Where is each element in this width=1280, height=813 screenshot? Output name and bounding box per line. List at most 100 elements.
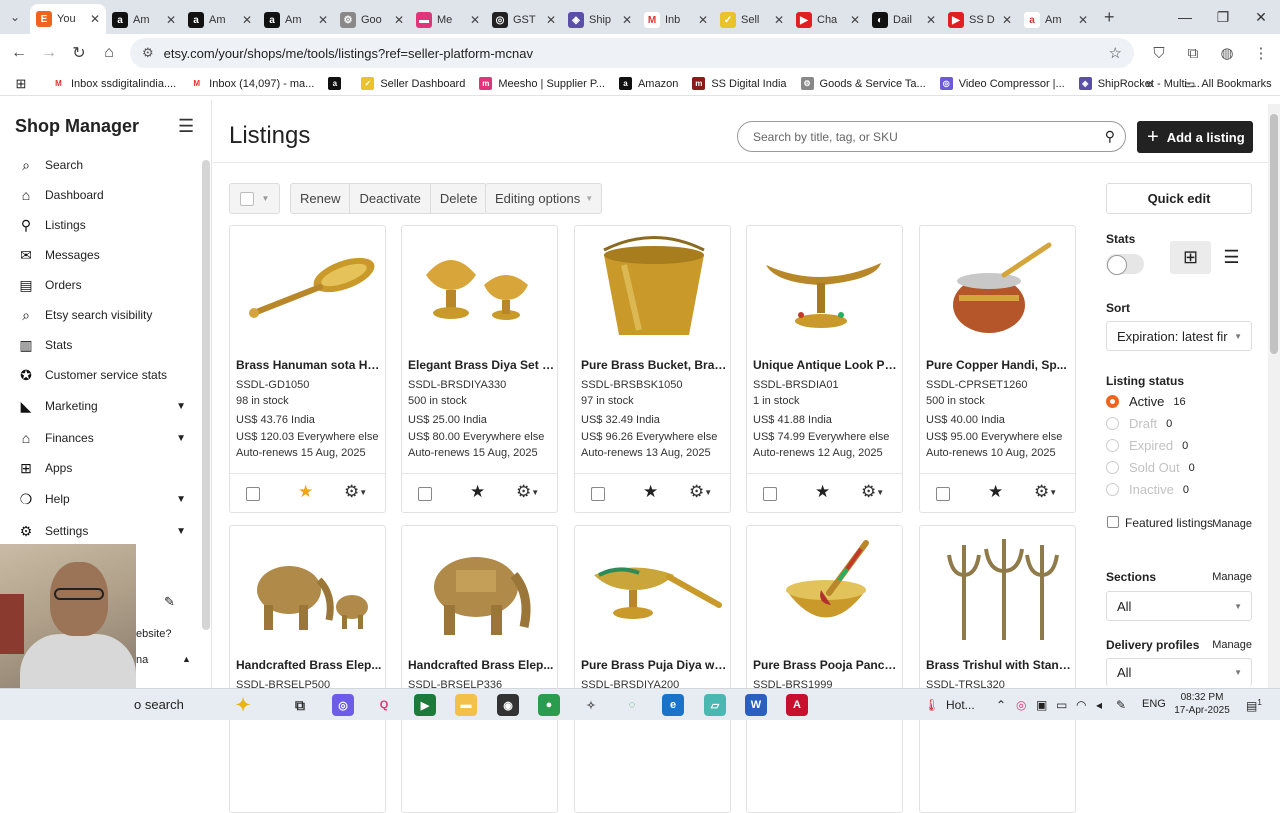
- shield-icon[interactable]: ⛉: [1148, 45, 1170, 62]
- maximize-icon[interactable]: ❐: [1204, 9, 1242, 26]
- radio-button[interactable]: [1106, 483, 1119, 496]
- browser-tab[interactable]: ◎ GST ✕: [486, 6, 562, 34]
- listing-title[interactable]: Elegant Brass Diya Set - ...: [408, 358, 556, 372]
- status-radio-sold-out[interactable]: Sold Out 0: [1106, 460, 1195, 475]
- browser-menu-icon[interactable]: ⋮: [1250, 44, 1272, 62]
- file-explorer-icon[interactable]: ▬: [455, 694, 477, 716]
- weather-text[interactable]: Hot...: [946, 698, 975, 712]
- status-radio-active[interactable]: Active 16: [1106, 394, 1186, 409]
- grid-view-icon[interactable]: ⊞: [1170, 241, 1211, 274]
- all-bookmarks-button[interactable]: ▭ All Bookmarks: [1184, 77, 1272, 91]
- listing-thumbnail[interactable]: [747, 526, 902, 654]
- volume-icon[interactable]: ◂: [1096, 698, 1102, 712]
- notepad-icon[interactable]: ▱: [704, 694, 726, 716]
- listing-gear-icon[interactable]: ⚙▼: [344, 482, 367, 502]
- listing-card[interactable]: Handcrafted Brass Elep... SSDL-BRSELP336: [401, 525, 558, 813]
- minimize-icon[interactable]: —: [1166, 9, 1204, 25]
- listing-gear-icon[interactable]: ⚙▼: [689, 482, 712, 502]
- listing-thumbnail[interactable]: [575, 226, 730, 354]
- bookmark-item[interactable]: m SS Digital India: [692, 77, 787, 90]
- bookmark-item[interactable]: ◈ ShipRocket - Multi-...: [1078, 77, 1200, 90]
- extensions-icon[interactable]: ⧉: [1182, 45, 1204, 62]
- tab-close-icon[interactable]: ✕: [318, 13, 328, 27]
- url-bar[interactable]: ⚙ etsy.com/your/shops/me/tools/listings?…: [130, 38, 1134, 68]
- sections-manage-link[interactable]: Manage: [1212, 571, 1252, 583]
- browser-tab[interactable]: M Inb ✕: [638, 6, 714, 34]
- listing-title[interactable]: Unique Antique Look Po...: [753, 358, 901, 372]
- listing-title[interactable]: Pure Brass Bucket, Bras...: [581, 358, 729, 372]
- stats-toggle[interactable]: [1106, 254, 1144, 275]
- listing-thumbnail[interactable]: [230, 226, 385, 354]
- status-radio-expired[interactable]: Expired 0: [1106, 438, 1188, 453]
- browser-tab[interactable]: a Am ✕: [182, 6, 258, 34]
- bookmark-item[interactable]: ✓ Seller Dashboard: [361, 77, 465, 90]
- chevron-down-icon[interactable]: ▼: [176, 494, 186, 505]
- select-all-dropdown[interactable]: ▼: [229, 183, 280, 214]
- listing-title[interactable]: Pure Brass Puja Diya wit...: [581, 658, 729, 672]
- renew-button[interactable]: Renew: [291, 184, 351, 213]
- copilot-icon[interactable]: ◎: [332, 694, 354, 716]
- listing-title[interactable]: Pure Copper Handi, Sp...: [926, 358, 1074, 372]
- radio-button[interactable]: [1106, 417, 1119, 430]
- quick-edit-button[interactable]: Quick edit: [1106, 183, 1252, 214]
- listing-title[interactable]: Handcrafted Brass Elep...: [408, 658, 556, 672]
- sidebar-item-etsy-search-visibility[interactable]: ⌕ Etsy search visibility: [16, 304, 186, 326]
- tab-close-icon[interactable]: ✕: [546, 13, 556, 27]
- bookmark-item[interactable]: a: [328, 77, 347, 90]
- feature-star-icon[interactable]: ★: [988, 482, 1003, 502]
- new-tab-button[interactable]: +: [1104, 7, 1115, 28]
- tab-close-icon[interactable]: ✕: [470, 13, 480, 27]
- copilot-sparkle-icon[interactable]: ✦: [232, 694, 254, 716]
- close-window-icon[interactable]: ✕: [1242, 9, 1280, 26]
- bookmark-item[interactable]: ⚙ Goods & Service Ta...: [800, 77, 926, 90]
- listing-card[interactable]: Pure Copper Handi, Sp... SSDL-CPRSET1260 5…: [919, 225, 1076, 513]
- list-view-icon[interactable]: ☰: [1211, 241, 1252, 274]
- bookmark-item[interactable]: ◎ Video Compressor |...: [939, 77, 1065, 90]
- delete-button[interactable]: Delete: [431, 184, 487, 213]
- listing-thumbnail[interactable]: [747, 226, 902, 354]
- tab-close-icon[interactable]: ✕: [394, 13, 404, 27]
- home-icon[interactable]: ⌂: [94, 44, 124, 62]
- browser-tab[interactable]: E You ✕: [30, 4, 106, 34]
- sidebar-item-help[interactable]: ❍ Help ▼: [16, 488, 186, 510]
- hamburger-icon[interactable]: ☰: [178, 116, 194, 137]
- sections-select[interactable]: All ▼: [1106, 591, 1252, 621]
- pencil-icon[interactable]: ✎: [164, 594, 175, 610]
- pdf-reader-icon[interactable]: A: [786, 694, 808, 716]
- listing-card[interactable]: Brass Trishul with Stand... SSDL-TRSL320: [919, 525, 1076, 813]
- search-icon[interactable]: ⚲: [1105, 128, 1115, 145]
- browser-tab[interactable]: ▶ Cha ✕: [790, 6, 866, 34]
- listing-thumbnail[interactable]: [920, 226, 1075, 354]
- deactivate-button[interactable]: Deactivate: [350, 184, 431, 213]
- chevron-down-icon[interactable]: ▼: [176, 401, 186, 412]
- browser-tab[interactable]: a Am ✕: [106, 6, 182, 34]
- page-scrollbar[interactable]: [1268, 104, 1280, 688]
- meesho-taskbar-icon[interactable]: Q: [373, 694, 395, 716]
- listing-title[interactable]: Handcrafted Brass Elep...: [236, 658, 384, 672]
- tab-close-icon[interactable]: ✕: [926, 13, 936, 27]
- browser-tab[interactable]: a Am ✕: [1018, 6, 1094, 34]
- editing-options-dropdown[interactable]: Editing options ▼: [485, 183, 603, 214]
- chevron-up-icon[interactable]: ▲: [182, 654, 191, 664]
- delivery-select[interactable]: All ▼: [1106, 658, 1252, 686]
- tab-close-icon[interactable]: ✕: [622, 13, 632, 27]
- tab-close-icon[interactable]: ✕: [1002, 13, 1012, 27]
- browser-tab[interactable]: ▬ Me ✕: [410, 6, 486, 34]
- sidebar-item-finances[interactable]: ⌂ Finances ▼: [16, 427, 186, 449]
- tray-device-icon[interactable]: ▣: [1036, 698, 1047, 712]
- tray-app-icon[interactable]: ◎: [1016, 698, 1026, 712]
- chevron-down-icon[interactable]: ▼: [262, 194, 270, 203]
- browser-tab[interactable]: ▶ SS D ✕: [942, 6, 1018, 34]
- battery-icon[interactable]: ▭: [1056, 698, 1067, 712]
- chevron-down-icon[interactable]: ▼: [176, 526, 186, 537]
- apps-grid-icon[interactable]: ⊞: [6, 76, 36, 92]
- sidebar-item-stats[interactable]: ▥ Stats: [16, 334, 186, 356]
- browser-tab[interactable]: ◈ Ship ✕: [562, 6, 638, 34]
- clock[interactable]: 08:32 PM 17-Apr-2025: [1172, 691, 1232, 717]
- chrome-taskbar-icon[interactable]: ●: [538, 694, 560, 716]
- listing-gear-icon[interactable]: ⚙▼: [516, 482, 539, 502]
- back-icon[interactable]: ←: [4, 44, 34, 62]
- delivery-manage-link[interactable]: Manage: [1212, 639, 1252, 651]
- tab-close-icon[interactable]: ✕: [774, 13, 784, 27]
- listing-gear-icon[interactable]: ⚙▼: [861, 482, 884, 502]
